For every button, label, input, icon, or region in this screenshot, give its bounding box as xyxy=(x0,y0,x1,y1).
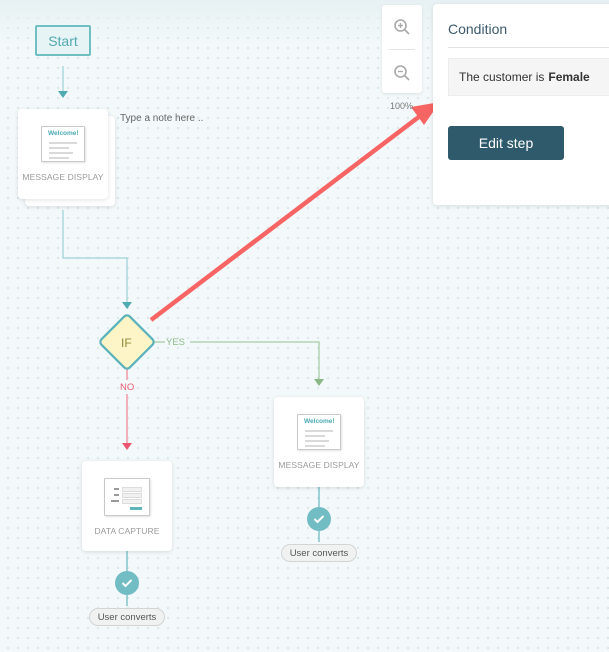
if-label: IF xyxy=(121,336,132,350)
connector-message-to-if xyxy=(62,210,128,302)
zoom-in-button[interactable] xyxy=(382,7,422,47)
zoom-divider xyxy=(389,49,415,50)
zoom-in-icon xyxy=(394,19,410,35)
message-display-node-2[interactable]: Welcome! MESSAGE DISPLAY xyxy=(274,397,364,487)
node-label: DATA CAPTURE xyxy=(94,526,160,536)
zoom-controls xyxy=(382,5,422,93)
form-thumbnail-icon xyxy=(104,478,150,516)
arrowhead-yes xyxy=(314,379,324,386)
thumbnail-welcome-text: Welcome! xyxy=(304,418,335,425)
goal-user-converts-yes[interactable]: User converts xyxy=(281,544,357,562)
panel-title: Condition xyxy=(448,21,508,37)
node-label: MESSAGE DISPLAY xyxy=(22,172,104,182)
edit-step-button[interactable]: Edit step xyxy=(448,126,564,160)
message-display-node-1[interactable]: Welcome! MESSAGE DISPLAY xyxy=(18,109,108,199)
zoom-level: 100% xyxy=(390,101,414,111)
message-thumbnail-icon: Welcome! xyxy=(41,126,85,162)
goal-check-icon[interactable] xyxy=(307,507,331,531)
yes-label: YES xyxy=(166,337,186,348)
goal-check-icon[interactable] xyxy=(115,571,139,595)
condition-summary: The customer is Female xyxy=(448,58,609,96)
arrowhead-if xyxy=(122,302,132,309)
no-label: NO xyxy=(120,382,135,393)
data-capture-node[interactable]: DATA CAPTURE xyxy=(82,461,172,551)
annotation-arrow-line xyxy=(149,114,422,322)
connector-yes-b xyxy=(190,341,320,379)
message-thumbnail-icon: Welcome! xyxy=(297,414,341,450)
arrowhead-start xyxy=(58,91,68,98)
zoom-out-button[interactable] xyxy=(382,53,422,93)
node-label: MESSAGE DISPLAY xyxy=(278,460,360,470)
start-node[interactable]: Start xyxy=(35,25,91,56)
condition-panel: Condition The customer is Female Edit st… xyxy=(433,4,609,205)
condition-prefix: The customer is xyxy=(459,70,545,84)
note-input[interactable]: Type a note here .. xyxy=(120,113,203,124)
thumbnail-welcome-text: Welcome! xyxy=(48,130,79,137)
arrowhead-no xyxy=(122,443,132,450)
condition-value: Female xyxy=(548,70,590,84)
zoom-out-icon xyxy=(394,65,410,81)
panel-divider xyxy=(448,47,609,48)
goal-user-converts-no[interactable]: User converts xyxy=(89,608,165,626)
